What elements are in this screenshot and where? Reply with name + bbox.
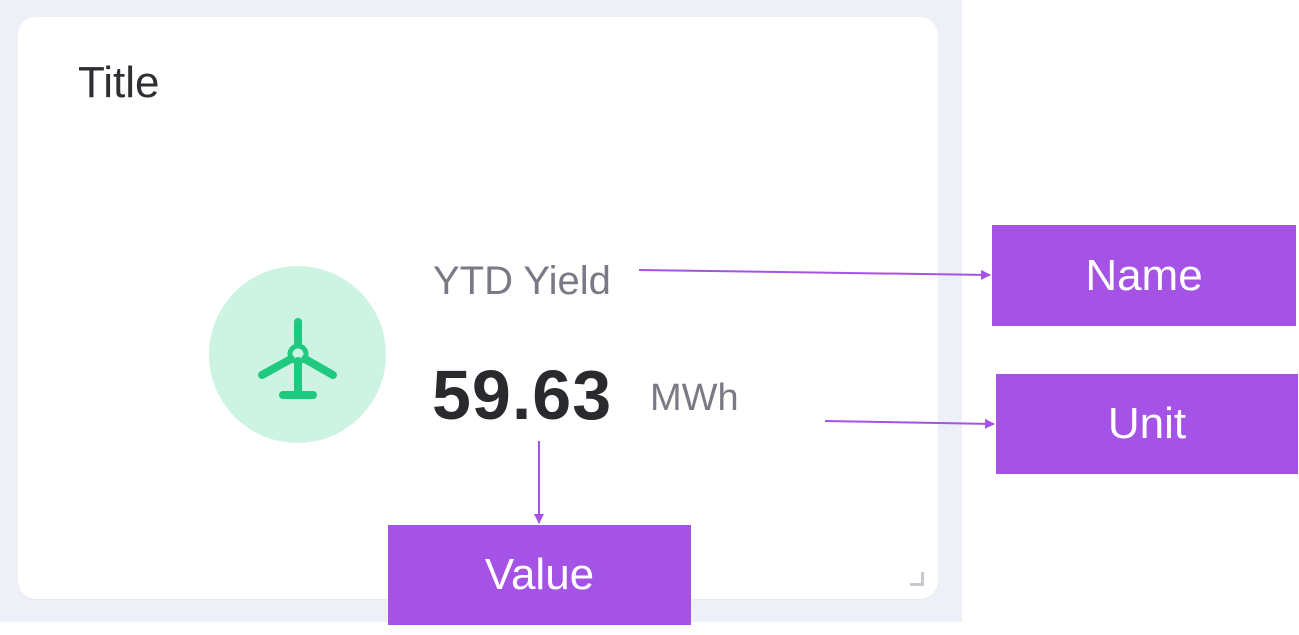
unit-callout: Unit: [996, 374, 1298, 474]
metric-icon-badge: [209, 266, 386, 443]
resize-handle[interactable]: [910, 572, 924, 586]
metric-name: YTD Yield: [433, 259, 611, 303]
card-title: Title: [78, 58, 160, 107]
stat-card: Title YTD Yield 59.63 MWh: [18, 17, 938, 599]
name-callout: Name: [992, 225, 1296, 326]
wind-turbine-icon: [258, 318, 337, 399]
metric-value: 59.63: [432, 356, 613, 434]
value-callout: Value: [388, 525, 691, 625]
metric-unit: MWh: [650, 377, 739, 419]
